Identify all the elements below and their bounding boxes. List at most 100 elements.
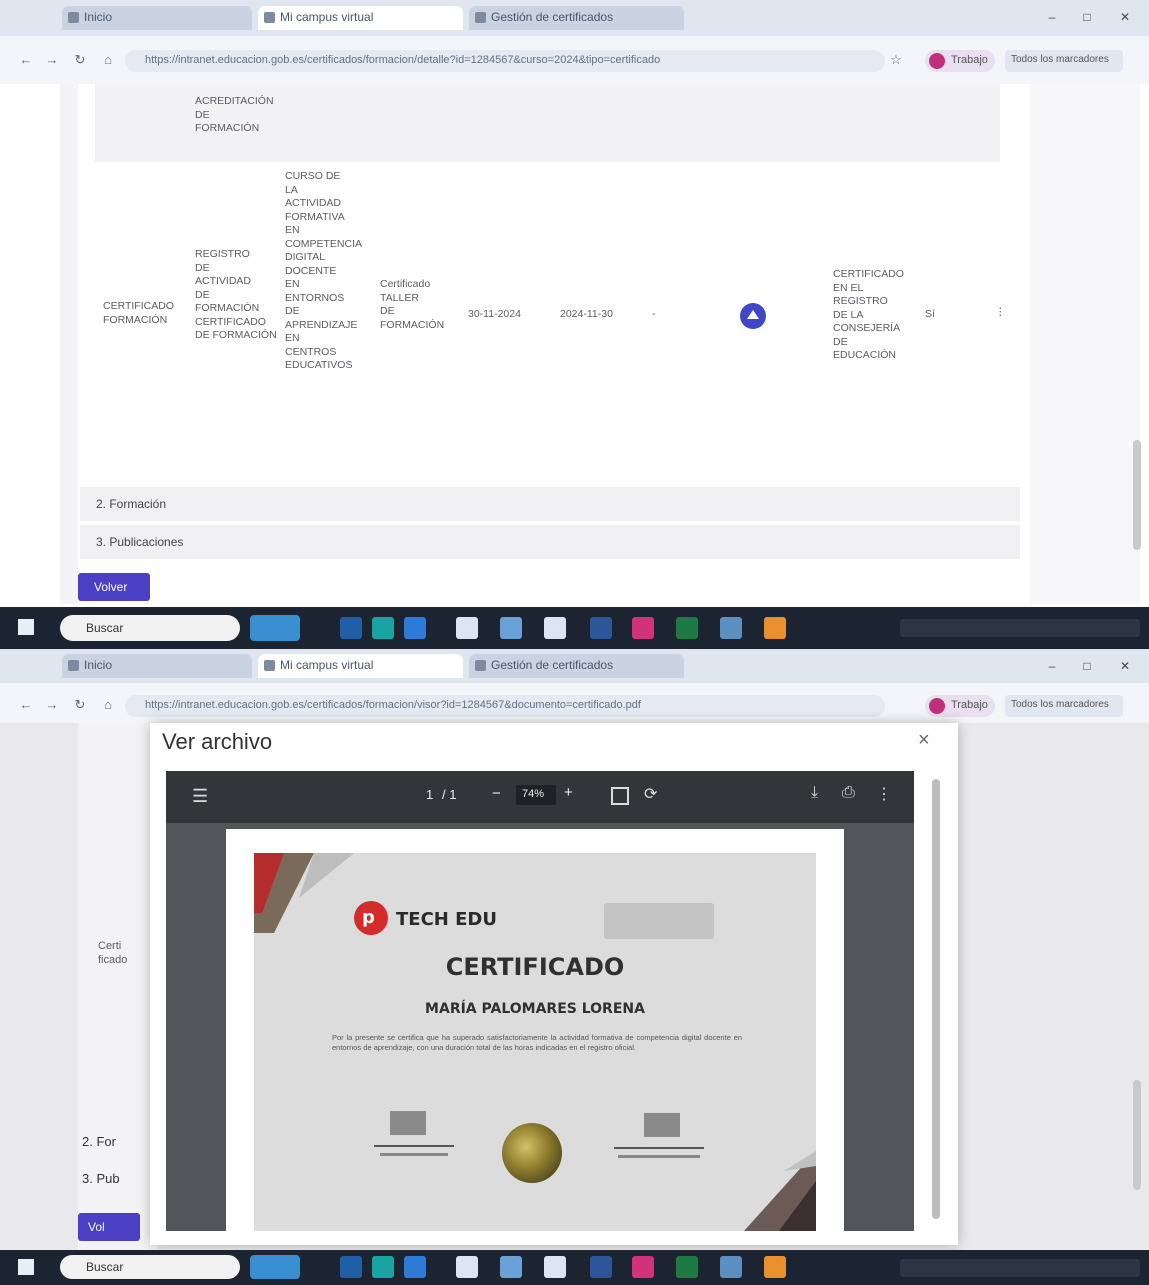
star-icon[interactable]: ☆ (888, 52, 904, 68)
row-type: REGISTRO DE ACTIVIDAD DE FORMACIÓN CERTI… (195, 248, 277, 341)
tab-favicon-icon (68, 660, 79, 671)
system-tray-2[interactable] (900, 1259, 1140, 1277)
taskbar-search-2[interactable]: Buscar (60, 1255, 240, 1279)
mail-icon[interactable] (456, 617, 478, 639)
menu-icon[interactable]: ☰ (192, 786, 208, 807)
notes-icon-2[interactable] (764, 1256, 786, 1278)
tab-campus[interactable]: Mi campus virtual (258, 6, 463, 30)
row-owner: CERTIFICADO FORMACIÓN (103, 300, 174, 326)
right-gutter (1030, 84, 1140, 604)
taskbar-search[interactable]: Buscar (60, 615, 240, 641)
system-tray[interactable] (900, 619, 1140, 637)
zoom-out-icon[interactable]: − (492, 785, 501, 802)
tab-campus-2[interactable]: Mi campus virtual (258, 654, 463, 678)
file-explorer-icon[interactable] (340, 617, 362, 639)
pdf-page-number[interactable]: 1 (426, 787, 433, 802)
profile-button[interactable]: Trabajo (925, 50, 995, 72)
brand-name: TECH EDU (396, 909, 497, 930)
reload-icon[interactable]: ↻ (72, 52, 88, 68)
pdf-viewer: ☰ 1 / 1 − 74% + ⟳ ⤓ ⎙ ⋮ p TECH EDU CERTI… (166, 771, 914, 1231)
address-bar-2[interactable]: https://intranet.educacion.gob.es/certif… (125, 695, 885, 717)
pdf-page-total: / 1 (442, 787, 457, 802)
brand-logo-icon: p (354, 901, 388, 935)
office-icon-2[interactable] (544, 1256, 566, 1278)
signature-left (374, 1111, 454, 1171)
certificate: p TECH EDU CERTIFICADO MARÍA PALOMARES L… (254, 853, 816, 1231)
home-icon[interactable]: ⌂ (100, 52, 116, 68)
row-date-start: 30-11-2024 (468, 308, 521, 320)
forward-icon-2[interactable]: → (44, 697, 60, 713)
accordion-formacion[interactable]: 2. Formación (80, 487, 1020, 521)
profile-button-2[interactable]: Trabajo (925, 695, 995, 717)
minimize-button[interactable]: – (1045, 10, 1059, 24)
row-menu-icon[interactable]: ⋮ (995, 306, 1006, 320)
maximize-button[interactable]: □ (1080, 10, 1094, 24)
forward-icon[interactable]: → (44, 52, 60, 68)
tab-inicio-2[interactable]: Inicio (62, 654, 252, 678)
file-explorer-icon-2[interactable] (340, 1256, 362, 1278)
bookmarks-button[interactable]: Todos los marcadores (1005, 50, 1123, 72)
home-icon-2[interactable]: ⌂ (100, 697, 116, 713)
print-icon[interactable]: ⎙ (842, 784, 855, 802)
row-date-end: 2024-11-30 (560, 308, 613, 320)
signature-right (604, 1113, 714, 1173)
back-icon[interactable]: ← (18, 52, 34, 68)
side-accordion-1: 2. For (82, 1134, 116, 1149)
certificate-heading: CERTIFICADO (445, 953, 625, 981)
notes-icon[interactable] (764, 617, 786, 639)
word-icon[interactable] (590, 617, 612, 639)
back-button[interactable]: Volver (78, 573, 150, 601)
close-window-button[interactable]: ✕ (1118, 10, 1132, 24)
back-icon-2[interactable]: ← (18, 697, 34, 713)
widget-icon-2[interactable] (250, 1255, 300, 1279)
side-accordion-2: 3. Pub (82, 1171, 120, 1186)
row-hours: Certificado TALLER DE FORMACIÓN (380, 278, 445, 331)
browser-tab-strip: Inicio Mi campus virtual Gestión de cert… (0, 0, 1149, 36)
partner-logo (604, 903, 714, 939)
tab-inicio[interactable]: Inicio (62, 6, 252, 30)
zoom-in-icon[interactable]: + (564, 784, 573, 801)
start-icon[interactable] (18, 619, 34, 635)
pdf-toolbar: ☰ 1 / 1 − 74% + ⟳ ⤓ ⎙ ⋮ (166, 771, 914, 823)
excel-icon-2[interactable] (632, 1256, 654, 1278)
accordion-publicaciones[interactable]: 3. Publicaciones (80, 525, 1020, 559)
tab-favicon-icon (475, 12, 486, 23)
modal-close-icon[interactable]: × (918, 729, 930, 752)
reload-icon-2[interactable]: ↻ (72, 697, 88, 713)
scrollbar-thumb-2[interactable] (1133, 1080, 1141, 1190)
word-icon-2[interactable] (590, 1256, 612, 1278)
edge-icon-2[interactable] (372, 1256, 394, 1278)
photos-icon[interactable] (500, 617, 522, 639)
download-icon[interactable]: ⤓ (811, 784, 818, 802)
fit-page-icon[interactable] (611, 787, 629, 805)
row-status: CERTIFICADO EN EL REGISTRO DE LA CONSEJE… (833, 268, 904, 361)
powerpoint-icon[interactable] (676, 617, 698, 639)
tab-certificados-2[interactable]: Gestión de certificados (469, 654, 684, 678)
tab-certificados[interactable]: Gestión de certificados (469, 6, 684, 30)
address-bar[interactable]: https://intranet.educacion.gob.es/certif… (125, 50, 885, 72)
more-options-icon[interactable]: ⋮ (876, 784, 892, 804)
zoom-field[interactable]: 74% (516, 785, 556, 805)
modal-scrollbar[interactable] (932, 779, 940, 1219)
powerpoint-icon-2[interactable] (676, 1256, 698, 1278)
rotate-icon[interactable]: ⟳ (644, 784, 657, 804)
row-description: CURSO DE LA ACTIVIDAD FORMATIVA EN COMPE… (285, 170, 363, 371)
files-icon-2[interactable] (720, 1256, 742, 1278)
edge-icon[interactable] (372, 617, 394, 639)
maximize-button-2[interactable]: □ (1080, 659, 1094, 673)
tab-favicon-icon (68, 12, 79, 23)
store-icon-2[interactable] (404, 1256, 426, 1278)
scrollbar-thumb[interactable] (1133, 440, 1141, 550)
photos-icon-2[interactable] (500, 1256, 522, 1278)
minimize-button-2[interactable]: – (1045, 659, 1059, 673)
excel-icon[interactable] (632, 617, 654, 639)
bookmarks-button-2[interactable]: Todos los marcadores (1005, 695, 1123, 717)
widget-icon[interactable] (250, 615, 300, 641)
start-icon-2[interactable] (18, 1259, 34, 1275)
upload-document-icon[interactable] (740, 303, 766, 329)
mail-icon-2[interactable] (456, 1256, 478, 1278)
store-icon[interactable] (404, 617, 426, 639)
office-icon[interactable] (544, 617, 566, 639)
files-icon[interactable] (720, 617, 742, 639)
close-window-button-2[interactable]: ✕ (1118, 659, 1132, 673)
